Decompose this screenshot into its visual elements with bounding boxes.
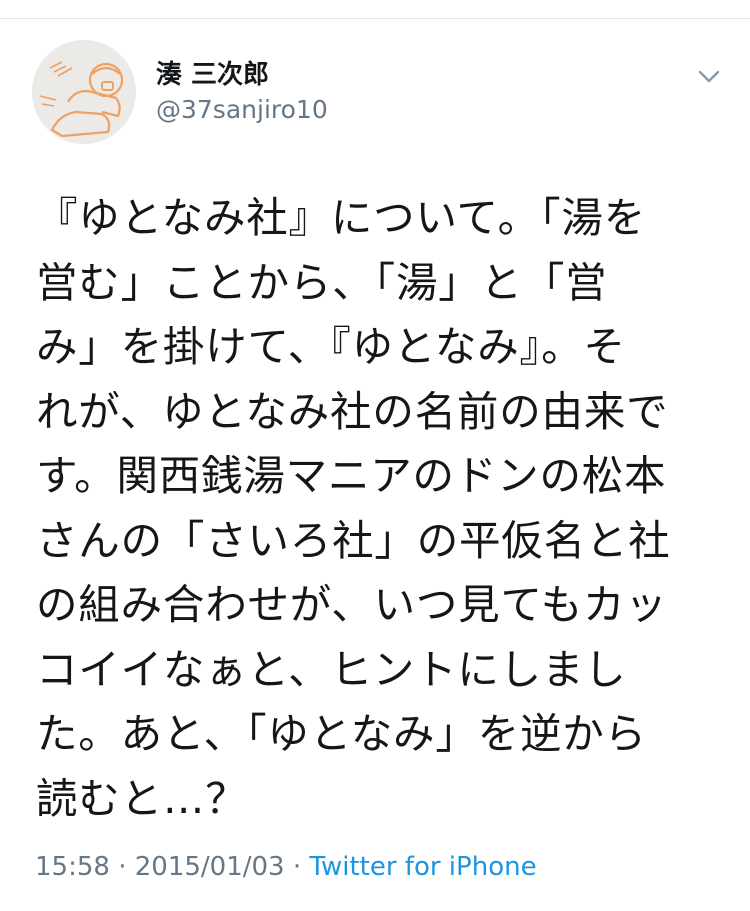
- display-name[interactable]: 湊 三次郎: [156, 54, 269, 91]
- tweet-text: 『ゆとなみ社』について。「湯を 営む」ことから、「湯」と「営 み」を掛けて、『ゆ…: [36, 193, 671, 823]
- tweet-meta: 15:58 · 2015/01/03 · Twitter for iPhone: [35, 852, 537, 882]
- tweet-source-link[interactable]: Twitter for iPhone: [309, 852, 536, 882]
- meta-separator: ·: [284, 852, 310, 882]
- tweet-time: 15:58: [35, 852, 110, 882]
- top-divider: [0, 0, 750, 19]
- meta-separator: ·: [109, 852, 135, 882]
- avatar[interactable]: [32, 40, 136, 144]
- tweet-menu-button[interactable]: [694, 64, 724, 88]
- tweet-date: 2015/01/03: [134, 852, 285, 882]
- avatar-illustration-icon: [32, 40, 136, 144]
- user-handle[interactable]: @37sanjiro10: [156, 95, 328, 124]
- chevron-down-icon: [698, 70, 720, 83]
